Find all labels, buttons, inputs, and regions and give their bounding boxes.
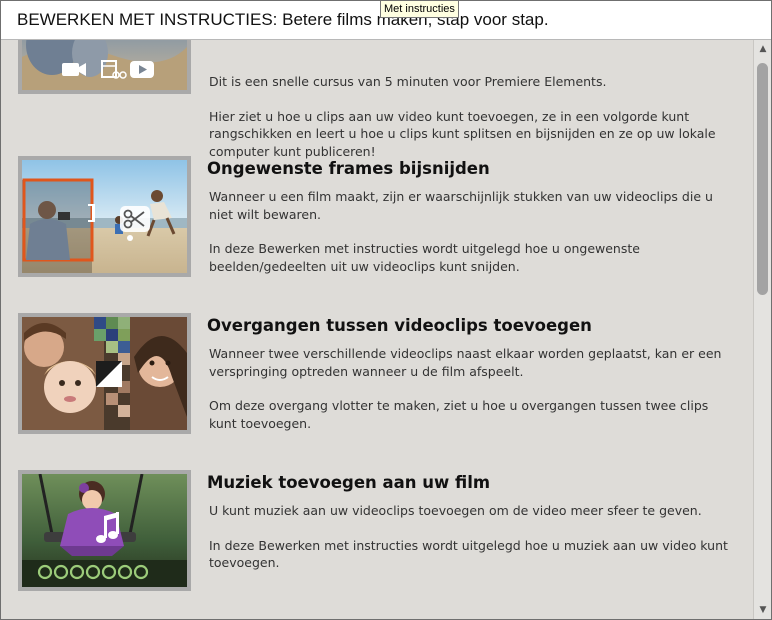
tutorial-title[interactable]: Ongewenste frames bijsnijden [207,159,490,178]
description-paragraph: U kunt muziek aan uw videoclips toevoege… [209,503,702,518]
scroll-up-arrow-icon[interactable]: ▲ [755,41,771,57]
scroll-down-arrow-icon[interactable]: ▼ [755,602,771,618]
tutorial-item-transitions[interactable]: Overgangen tussen videoclips toevoegen W… [1,313,753,463]
tutorial-title[interactable]: Overgangen tussen videoclips toevoegen [207,316,592,335]
tutorial-list: Dit is een snelle cursus van 5 minuten v… [1,40,753,619]
thumbnail-music-image [22,474,187,587]
page-title: BEWERKEN MET INSTRUCTIES: Betere films m… [17,10,549,29]
vertical-scrollbar[interactable]: ▲ ▼ [753,40,771,619]
thumbnail-intro[interactable] [18,40,191,94]
thumbnail-trim[interactable] [18,156,191,277]
description-paragraph: In deze Bewerken met instructies wordt u… [209,537,728,571]
description-paragraph: Wanneer u een film maakt, zijn er waarsc… [209,189,713,222]
tutorial-description: U kunt muziek aan uw videoclips toevoege… [209,502,739,589]
thumbnail-transitions-image [22,317,187,430]
play-icon [130,61,154,78]
thumbnail-trim-image [22,160,187,273]
tooltip: Met instructies [380,0,459,18]
thumbnail-music[interactable] [18,470,191,591]
description-paragraph: Dit is een snelle cursus van 5 minuten v… [209,74,607,89]
transition-icon [96,361,122,387]
thumbnail-transitions[interactable] [18,313,191,434]
tutorial-description: Wanneer twee verschillende videoclips na… [209,345,739,449]
tutorial-item-trim[interactable]: Ongewenste frames bijsnijden Wanneer u e… [1,156,753,306]
tutorial-title[interactable]: Muziek toevoegen aan uw film [207,473,490,492]
description-paragraph: Wanneer twee verschillende videoclips na… [209,346,722,379]
description-paragraph: Om deze overgang vlotter te maken, ziet … [209,398,709,431]
scrollbar-thumb[interactable] [757,63,768,295]
tutorial-item-intro[interactable]: Dit is een snelle cursus van 5 minuten v… [1,40,753,159]
tutorial-description: Wanneer u een film maakt, zijn er waarsc… [209,188,739,292]
thumbnail-intro-image [22,40,187,90]
description-paragraph: In deze Bewerken met instructies wordt u… [209,241,640,274]
tutorial-item-music[interactable]: Muziek toevoegen aan uw film U kunt muzi… [1,470,753,619]
description-paragraph: Hier ziet u hoe u clips aan uw video kun… [209,108,716,159]
scissors-icon [120,206,150,232]
